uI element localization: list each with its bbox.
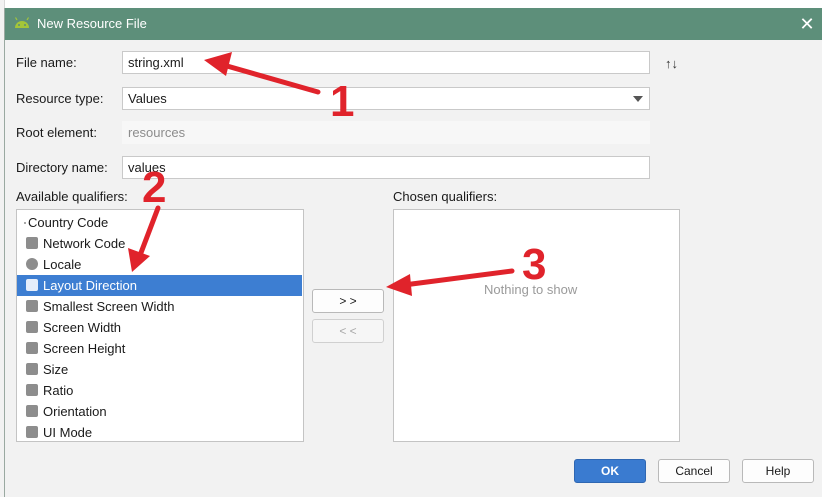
qualifier-label: Screen Height [43, 341, 126, 356]
resource-type-label: Resource type: [16, 91, 104, 106]
dot-icon [24, 222, 26, 224]
annotation-number-2: 2 [142, 163, 167, 212]
qualifier-item[interactable]: Size [17, 359, 302, 380]
qualifier-item[interactable]: Locale [17, 254, 302, 275]
ratio-icon [26, 384, 38, 396]
qualifier-item[interactable]: Smallest Screen Width [17, 296, 302, 317]
screen-width-icon [26, 321, 38, 333]
resource-type-value: Values [128, 91, 167, 106]
directory-name-label: Directory name: [16, 160, 108, 175]
qualifier-item[interactable]: Screen Height [17, 338, 302, 359]
qualifier-label: Size [43, 362, 69, 377]
qualifier-label: Ratio [43, 383, 74, 398]
ok-button[interactable]: OK [574, 459, 646, 483]
qualifier-label: UI Mode [43, 425, 93, 440]
qualifier-item[interactable]: Network Code [17, 233, 302, 254]
qualifier-label: Locale [43, 257, 82, 272]
android-icon [14, 17, 30, 28]
root-element-label: Root element: [16, 125, 97, 140]
available-qualifiers-list[interactable]: UI Mode Orientation Ratio Size Screen Height… [16, 209, 304, 442]
qualifier-label: Smallest Screen Width [43, 299, 175, 314]
dialog-title: New Resource File [37, 16, 147, 31]
qualifier-item[interactable]: Layout Direction [17, 275, 302, 296]
smallest-width-icon [26, 300, 38, 312]
qualifier-label: Orientation [43, 404, 107, 419]
file-name-label: File name: [16, 55, 77, 70]
remove-qualifier-button[interactable]: < < [312, 319, 384, 343]
qualifier-label: Network Code [43, 236, 126, 251]
title-bar: New Resource File ✕ [5, 8, 822, 40]
close-icon[interactable]: ✕ [797, 14, 817, 34]
qualifier-label: Layout Direction [43, 278, 137, 293]
file-name-input[interactable]: string.xml [122, 51, 650, 74]
root-element-input[interactable]: resources [122, 121, 650, 144]
resource-type-select[interactable]: Values [122, 87, 650, 110]
chevron-down-icon [633, 96, 643, 102]
annotation-number-1: 1 [330, 77, 355, 126]
size-icon [26, 363, 38, 375]
network-icon [26, 237, 38, 249]
help-button[interactable]: Help [742, 459, 814, 483]
globe-icon [26, 258, 38, 270]
qualifier-item[interactable]: Screen Width [17, 317, 302, 338]
new-resource-file-dialog: New Resource File ✕ File name: string.xm… [4, 8, 822, 497]
cancel-button[interactable]: Cancel [658, 459, 730, 483]
add-qualifier-button[interactable]: > > [312, 289, 384, 313]
list-scrollbar-track[interactable] [303, 210, 304, 439]
qualifier-label: Screen Width [43, 320, 122, 335]
sort-icon[interactable]: ↑↓ [665, 56, 678, 71]
available-qualifiers-label: Available qualifiers: [16, 189, 128, 204]
chosen-qualifiers-label: Chosen qualifiers: [393, 189, 498, 204]
directory-name-input[interactable]: values [122, 156, 650, 179]
layout-direction-icon [26, 279, 38, 291]
qualifier-item[interactable]: Ratio [17, 380, 302, 401]
orientation-icon [26, 405, 38, 417]
screen-height-icon [26, 342, 38, 354]
qualifier-item[interactable]: UI Mode [17, 422, 302, 441]
qualifier-label: Country Code [28, 215, 109, 230]
qualifier-item[interactable]: Country Code [17, 212, 302, 233]
annotation-number-3: 3 [522, 240, 547, 289]
list-scrollbar-thumb[interactable] [303, 210, 304, 337]
qualifier-item[interactable]: Orientation [17, 401, 302, 422]
ui-mode-icon [26, 426, 38, 438]
